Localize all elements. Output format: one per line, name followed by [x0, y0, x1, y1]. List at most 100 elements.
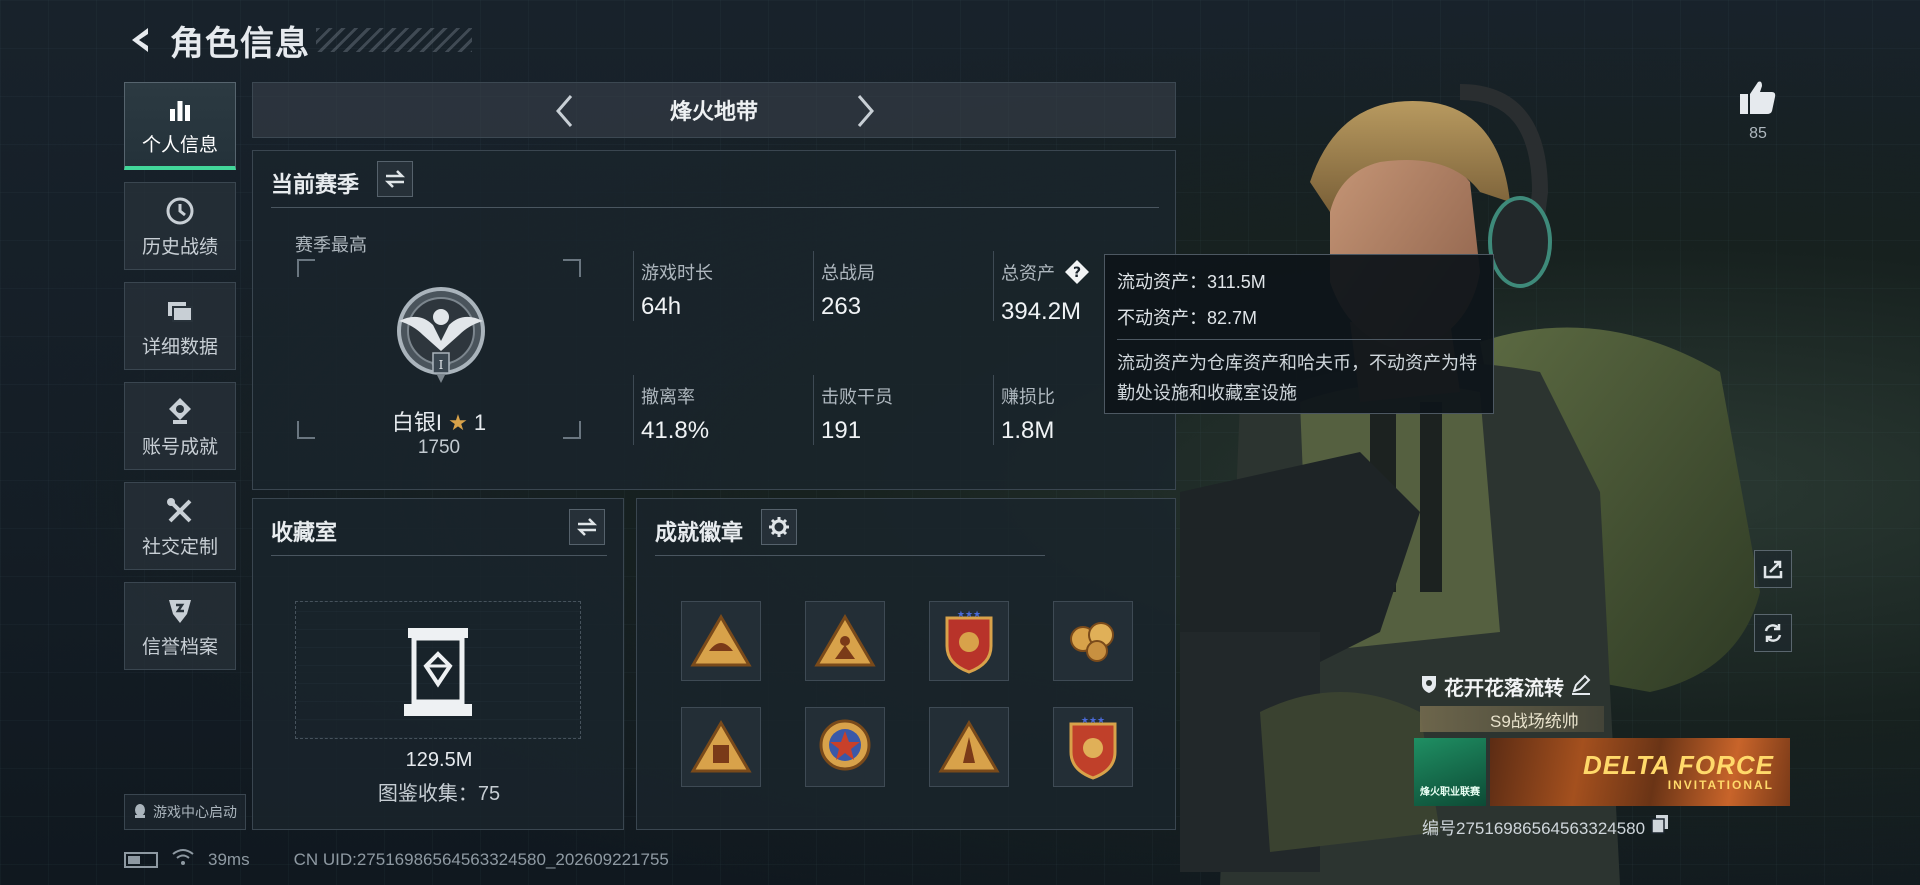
divider [655, 555, 1045, 556]
battery-icon [124, 851, 158, 868]
medal-icon [163, 394, 197, 428]
tooltip-fixed-assets: 不动资产：82.7M [1117, 308, 1258, 328]
stat-extract-rate: 撤离率 41.8% [641, 383, 811, 445]
mode-next-icon[interactable] [845, 91, 885, 131]
player-name-row: 花开花落流转 [1420, 672, 1592, 701]
tooltip-description: 流动资产为仓库资产和哈夫币，不动资产为特勤处设施和收藏室设施 [1117, 353, 1477, 403]
svg-text:?: ? [1073, 265, 1081, 281]
sidebar-item-details[interactable]: 详细数据 [124, 282, 236, 370]
stat-label-text: 总资产 [1001, 263, 1055, 284]
badge-shield-star[interactable]: ★★★ [929, 601, 1009, 681]
svg-text:★★★: ★★★ [957, 610, 981, 620]
title-decoration [316, 28, 472, 52]
sidebar-item-history[interactable]: 历史战绩 [124, 182, 236, 270]
stat-separator [993, 251, 994, 321]
page-header: 角色信息 [124, 18, 472, 63]
divider [271, 555, 607, 556]
vault-diamond-icon [398, 624, 478, 725]
share-button[interactable] [1754, 550, 1792, 588]
sidebar-item-label: 账号成就 [141, 436, 218, 458]
vault-title: 收藏室 [271, 520, 338, 545]
badge-triangle-rider[interactable] [805, 601, 885, 681]
stat-value: 263 [821, 293, 862, 320]
wifi-icon [172, 848, 194, 871]
page-title: 角色信息 [170, 24, 310, 63]
player-title: S9战场统帅 [1490, 711, 1579, 731]
rank-star-icon: ★ [448, 410, 468, 435]
badge-triangle-vest[interactable] [681, 707, 761, 787]
badge-gold-cluster[interactable] [1053, 601, 1133, 681]
game-center-label: 游戏中心启动 [153, 804, 237, 820]
mode-prev-icon[interactable] [545, 91, 585, 131]
back-arrow-icon[interactable] [124, 23, 158, 57]
edit-name-icon[interactable] [1570, 673, 1592, 701]
like-count: 85 [1749, 125, 1767, 142]
vault-value: 129.5M [405, 749, 473, 771]
rank-frame: I 白银I ★ 1 1750 [297, 259, 581, 458]
sidebar-item-social[interactable]: 社交定制 [124, 482, 236, 570]
badges-title: 成就徽章 [655, 520, 744, 545]
mode-selector: 烽火地带 [252, 82, 1176, 138]
badge-triangle-rocket[interactable] [929, 707, 1009, 787]
badge-triangle-helmet[interactable] [681, 601, 761, 681]
stat-separator [813, 251, 814, 321]
bar-chart-icon [163, 92, 197, 126]
game-center-launch[interactable]: 游戏中心启动 [124, 794, 246, 830]
vault-switch-button[interactable] [569, 509, 605, 545]
rank-label: 白银I ★ 1 [297, 405, 581, 437]
league-name: 烽火职业联赛 [1420, 787, 1480, 798]
rank-score: 1750 [417, 437, 461, 458]
badge-shield-star-2[interactable]: ★★★ [1053, 707, 1133, 787]
vault-display[interactable] [295, 601, 581, 739]
sidebar-item-label: 详细数据 [141, 336, 218, 358]
badge-star-wreath[interactable] [805, 707, 885, 787]
stat-label: 击败干员 [821, 387, 893, 407]
stat-separator [633, 251, 634, 321]
uid-text: CN UID:27516986564563324580_202609221755 [293, 849, 669, 869]
vault-panel: 收藏室 129.5M 图鉴收集：75 [252, 498, 624, 830]
stat-label: 游戏时长 [641, 263, 713, 283]
folder-icon [163, 294, 197, 328]
delta-force-banner: DELTA FORCE INVITATIONAL [1490, 738, 1790, 806]
tooltip-divider [1117, 339, 1481, 340]
sidebar-item-label: 历史战绩 [141, 236, 218, 258]
refresh-button[interactable] [1754, 614, 1792, 652]
ping-value: 39ms [208, 849, 250, 869]
season-panel: 当前赛季 赛季最高 I 白银I ★ 1 1750 游戏时长 64h 总战局 26… [252, 150, 1176, 490]
thumbs-up-icon [1736, 78, 1780, 121]
stat-value: 191 [821, 417, 862, 444]
assets-tooltip: 流动资产：311.5M 不动资产：82.7M 流动资产为仓库资产和哈夫币，不动资… [1104, 254, 1494, 414]
badges-panel: 成就徽章 ★★★ ★★★ [636, 498, 1176, 830]
stat-total-matches: 总战局 263 [821, 259, 991, 321]
banner-brand: DELTA FORCE [1582, 750, 1774, 780]
sidebar-item-reputation[interactable]: 信誉档案 [124, 582, 236, 670]
rank-name: 白银I [391, 410, 442, 435]
stat-separator [813, 375, 814, 445]
like-button[interactable]: 85 [1736, 78, 1780, 143]
season-switch-button[interactable] [377, 161, 413, 197]
vault-collection: 图鉴收集：75 [377, 783, 501, 805]
player-name: 花开花落流转 [1444, 678, 1564, 700]
banner-sub: INVITATIONAL [1667, 778, 1774, 792]
sidebar: 个人信息 历史战绩 详细数据 账号成就 社交定制 信誉档案 [124, 82, 238, 682]
stat-separator [993, 375, 994, 445]
tooltip-liquid-assets: 流动资产：311.5M [1117, 272, 1266, 292]
svg-text:★★★: ★★★ [1081, 716, 1105, 726]
divider [271, 207, 1159, 208]
sidebar-item-achievements[interactable]: 账号成就 [124, 382, 236, 470]
player-id: 编号27516986564563324580 [1422, 819, 1646, 838]
clock-icon [163, 194, 197, 228]
sidebar-item-personal-info[interactable]: 个人信息 [124, 82, 236, 170]
rank-stars-count: 1 [473, 410, 487, 435]
season-title: 当前赛季 [271, 172, 360, 197]
player-title-plate: S9战场统帅 [1420, 706, 1604, 732]
rank-numeral: I [439, 358, 444, 372]
badges-settings-button[interactable] [761, 509, 797, 545]
frame-corner [563, 259, 581, 277]
copy-icon[interactable] [1651, 814, 1669, 839]
player-id-row: 编号27516986564563324580 [1422, 814, 1669, 839]
help-icon[interactable]: ? [1064, 259, 1090, 290]
stat-kills: 击败干员 191 [821, 383, 991, 445]
stat-play-time: 游戏时长 64h [641, 259, 811, 321]
league-emblem: 烽火职业联赛 [1414, 738, 1486, 806]
